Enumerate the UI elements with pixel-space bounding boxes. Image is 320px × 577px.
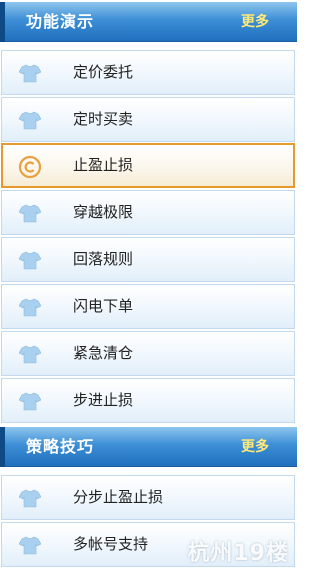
shirt-icon xyxy=(19,391,41,411)
section-header-features: 功能演示 更多 xyxy=(0,2,297,42)
section-header-strategy: 策略技巧 更多 xyxy=(0,427,297,467)
shirt-icon xyxy=(19,110,41,130)
menu-item-label: 步进止损 xyxy=(73,391,134,409)
menu-item-limit-order[interactable]: 定价委托 xyxy=(1,50,295,95)
menu-item-timed-trade[interactable]: 定时买卖 xyxy=(1,97,295,142)
menu-item-label: 定时买卖 xyxy=(73,110,134,128)
menu-item-label: 穿越极限 xyxy=(73,203,134,221)
site-watermark: 杭州19楼 xyxy=(187,541,289,566)
side-menu-panel: 功能演示 更多 定价委托 定时买卖 止盈止损 穿越极限 回落规则 闪电下单 紧急… xyxy=(0,0,297,577)
shirt-icon xyxy=(19,63,41,83)
menu-item-emergency-clear[interactable]: 紧急清仓 xyxy=(1,331,295,376)
shirt-icon xyxy=(19,535,41,555)
menu-item-label: 回落规则 xyxy=(73,250,134,268)
menu-item-label: 定价委托 xyxy=(73,63,134,81)
shirt-icon xyxy=(19,344,41,364)
menu-item-label: 分步止盈止损 xyxy=(73,488,164,506)
menu-item-label: 止盈止损 xyxy=(73,156,134,174)
section-title: 策略技巧 xyxy=(26,437,95,456)
shirt-icon xyxy=(19,203,41,223)
shirt-icon xyxy=(19,488,41,508)
more-link[interactable]: 更多 xyxy=(241,427,269,467)
shirt-icon xyxy=(19,297,41,317)
menu-item-break-limit[interactable]: 穿越极限 xyxy=(1,190,295,235)
header-accent-bar xyxy=(0,427,5,467)
header-accent-bar xyxy=(0,2,5,42)
menu-item-stepwise-profit-loss[interactable]: 分步止盈止损 xyxy=(1,475,295,520)
menu-item-label: 紧急清仓 xyxy=(73,344,134,362)
menu-item-label: 闪电下单 xyxy=(73,297,134,315)
shirt-icon xyxy=(19,250,41,270)
section-title: 功能演示 xyxy=(26,12,95,31)
menu-item-flash-order[interactable]: 闪电下单 xyxy=(1,284,295,329)
copyright-icon xyxy=(18,155,42,179)
menu-item-take-profit-stop-loss[interactable]: 止盈止损 xyxy=(1,143,295,188)
menu-item-pullback-rule[interactable]: 回落规则 xyxy=(1,237,295,282)
menu-item-label: 多帐号支持 xyxy=(73,535,149,553)
more-link[interactable]: 更多 xyxy=(241,2,269,42)
menu-item-step-stop-loss[interactable]: 步进止损 xyxy=(1,378,295,423)
